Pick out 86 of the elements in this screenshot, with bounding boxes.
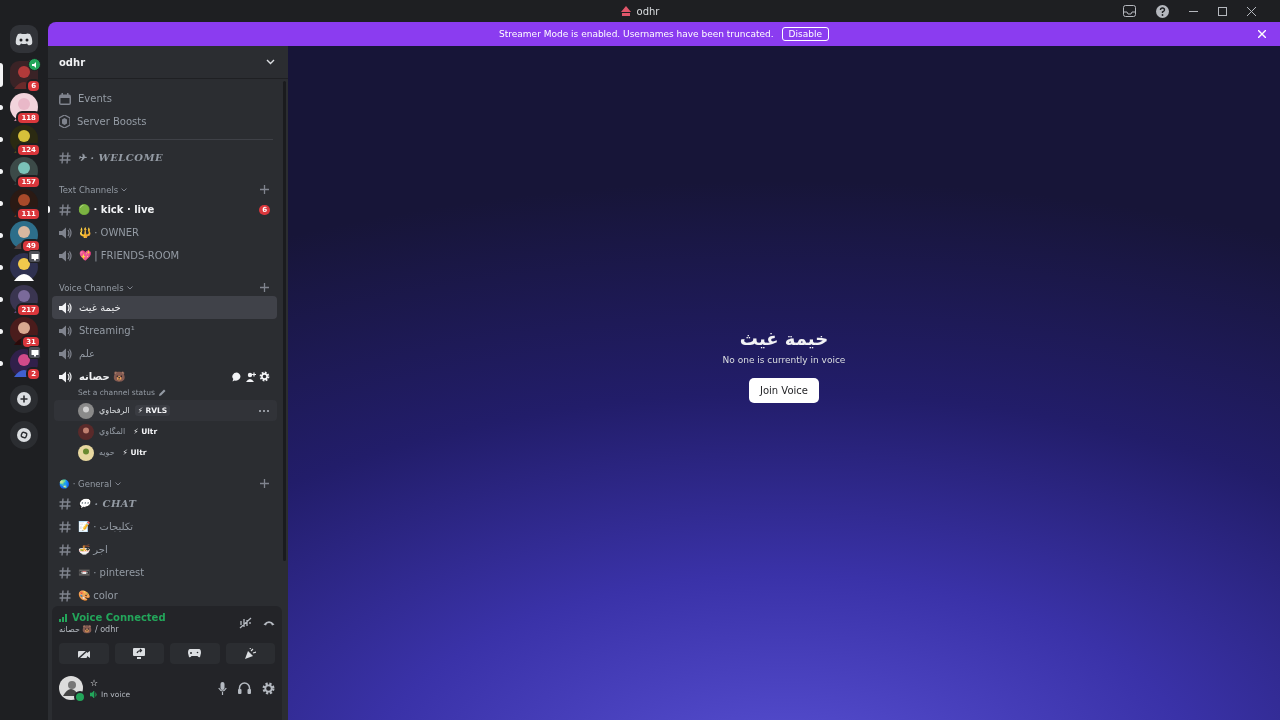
- pencil-icon: [158, 389, 166, 396]
- chat-icon[interactable]: [232, 371, 242, 382]
- activity-button[interactable]: [170, 643, 220, 664]
- menu-item[interactable]: Server Boosts: [52, 110, 277, 133]
- channel-title: خيمة غيث: [739, 327, 829, 349]
- monitor-icon: [28, 250, 41, 263]
- calendar-icon: [59, 92, 71, 105]
- channel-item[interactable]: خيمة غيث: [52, 296, 277, 319]
- chevron-down-icon: [114, 481, 121, 486]
- hash-icon: [59, 520, 71, 533]
- hash-icon: [59, 566, 71, 579]
- add-member-icon[interactable]: [245, 371, 256, 382]
- menu-item[interactable]: Events: [52, 87, 277, 110]
- voice-location: حصانه 🐻 / odhr: [59, 625, 120, 634]
- plus-icon[interactable]: [260, 479, 269, 488]
- app-logo-icon: [15, 32, 33, 46]
- channel-item[interactable]: ✈ · WELCOME: [52, 146, 277, 169]
- hash-icon: [59, 497, 71, 510]
- category-header[interactable]: 🌏 · General: [59, 478, 121, 489]
- online-status-dot: [74, 691, 86, 703]
- chevron-down-icon: [121, 187, 128, 192]
- close-icon[interactable]: [1247, 6, 1256, 16]
- speaker-icon: [59, 324, 72, 337]
- settings-icon[interactable]: [262, 681, 275, 695]
- hash-icon: [59, 589, 71, 602]
- controller-icon: [188, 649, 202, 658]
- category-header[interactable]: Voice Channels: [59, 282, 133, 293]
- chevron-down-icon: [126, 285, 133, 290]
- compass-icon: [17, 428, 31, 442]
- inbox-icon[interactable]: [1123, 5, 1136, 17]
- speaker-icon: [59, 226, 72, 239]
- camera-button[interactable]: [59, 643, 109, 664]
- speaker-icon: [59, 249, 72, 262]
- app-icon: [620, 6, 631, 16]
- category-header[interactable]: Text Channels: [59, 184, 128, 195]
- disable-button[interactable]: Disable: [781, 27, 829, 41]
- signal-icon: [59, 613, 69, 622]
- channel-item[interactable]: 🔱 · OWNER: [52, 221, 277, 244]
- speaker-icon: [59, 370, 72, 383]
- speaker-icon: [59, 347, 72, 360]
- hash-icon: [59, 151, 71, 164]
- plus-icon[interactable]: [260, 283, 269, 292]
- channel-item[interactable]: 🎨 color: [52, 584, 277, 606]
- minimize-icon[interactable]: [1189, 10, 1198, 12]
- shield-icon: [59, 115, 70, 128]
- disconnect-icon[interactable]: [263, 620, 275, 626]
- plus-icon: [17, 392, 31, 406]
- avatar: [78, 402, 94, 419]
- channel-item[interactable]: 🍜 اجر: [52, 538, 277, 561]
- speaker-icon: [28, 58, 41, 71]
- plus-icon[interactable]: [260, 185, 269, 194]
- avatar: [78, 423, 94, 440]
- username: ☆: [90, 677, 100, 688]
- avatar: [78, 444, 94, 461]
- server-name: odhr: [59, 56, 86, 68]
- camera-off-icon: [77, 648, 90, 659]
- add-server-button[interactable]: [10, 385, 38, 413]
- soundboard-icon: [244, 647, 257, 660]
- maximize-icon[interactable]: [1218, 6, 1227, 16]
- banner-text: Streamer Mode is enabled. Usernames have been truncated.: [499, 29, 774, 39]
- channel-item[interactable]: حصانه 🐻: [52, 365, 277, 388]
- channel-item[interactable]: Streaming¹: [52, 319, 277, 342]
- channel-item[interactable]: 💖 | FRIENDS-ROOM: [52, 244, 277, 267]
- hash-icon: [59, 543, 71, 556]
- voice-status[interactable]: Voice Connected: [72, 612, 166, 623]
- help-icon[interactable]: [1156, 4, 1169, 18]
- home-button[interactable]: [10, 25, 38, 53]
- microphone-icon[interactable]: [218, 681, 227, 695]
- more-icon[interactable]: [259, 409, 269, 412]
- soundboard-button[interactable]: [225, 643, 275, 664]
- chevron-down-icon: [266, 59, 275, 65]
- speaker-icon: [90, 690, 98, 698]
- headphones-icon[interactable]: [238, 682, 251, 694]
- join-voice-button[interactable]: Join Voice: [749, 377, 819, 403]
- screen-share-icon: [133, 648, 146, 659]
- channel-item[interactable]: علم: [52, 342, 277, 365]
- speaker-icon: [59, 301, 72, 314]
- explore-button[interactable]: [10, 421, 38, 449]
- hash-icon: [59, 203, 71, 216]
- empty-voice-text: No one is currently in voice: [722, 354, 846, 365]
- channel-item[interactable]: 📼 · pinterest: [52, 561, 277, 584]
- noise-suppression-icon[interactable]: [239, 617, 252, 629]
- screen-share-button[interactable]: [114, 643, 164, 664]
- window-title: odhr: [636, 5, 660, 17]
- channel-item[interactable]: 📝 · تكليجات: [52, 515, 277, 538]
- monitor-icon: [28, 346, 41, 359]
